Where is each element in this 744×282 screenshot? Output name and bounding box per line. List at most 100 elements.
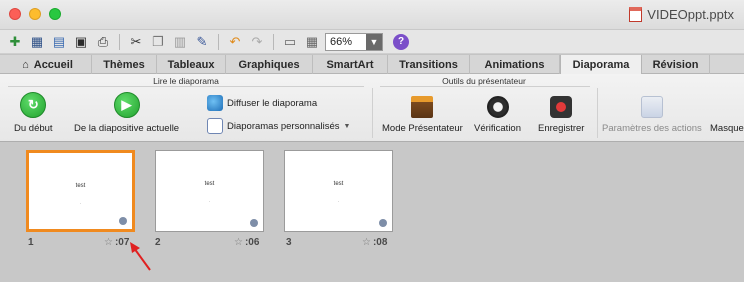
paste-icon[interactable]: ▥	[171, 33, 189, 51]
tab-animations[interactable]: Animations	[470, 55, 560, 74]
tab-label: SmartArt	[326, 58, 374, 71]
slide-sorter: test · 1 ☆ :07 test · 2 ☆ :06 test · 3 ☆…	[0, 142, 744, 282]
toolbar-separator	[218, 33, 219, 50]
record-button[interactable]: Enregistrer	[538, 96, 584, 134]
chevron-down-icon[interactable]: ▼	[343, 123, 350, 130]
broadcast-button[interactable]: Diffuser le diaporama	[207, 95, 317, 111]
action-settings-icon	[640, 96, 663, 118]
slide-title-text: test	[204, 181, 215, 187]
group-separator	[372, 88, 373, 138]
custom-shows-label: Diaporamas personnalisés	[227, 120, 340, 132]
animation-star-icon: ☆	[362, 237, 371, 248]
group-title-presenter: Outils du présentateur	[442, 76, 526, 86]
tab-label: Accueil	[33, 58, 73, 71]
presenter-podium-icon	[411, 96, 434, 118]
quick-access-toolbar: ✚ ▦ ▤ ▣ ⎙ ✂ ❐ ▥ ✎ ↶ ↷ ▭ ▦ 66% ▼ ?	[0, 30, 744, 54]
annotation-arrow-icon	[130, 242, 151, 271]
copy-icon[interactable]: ❐	[149, 33, 167, 51]
slide-number: 3	[286, 237, 292, 248]
slide-subtitle-text: ·	[208, 199, 211, 205]
slide-subtitle-text: ·	[79, 201, 82, 207]
slide-timing-value: :06	[244, 237, 260, 248]
rehearse-label: Vérification	[474, 123, 521, 134]
presenter-mode-label: Mode Présentateur	[382, 123, 463, 134]
slide-thumbnail-2[interactable]: test ·	[155, 150, 264, 232]
hide-slide-icon	[710, 96, 732, 118]
transition-icon	[379, 219, 387, 227]
hide-slide-label: Masque	[710, 123, 744, 134]
presenter-mode-button[interactable]: Mode Présentateur	[382, 96, 463, 134]
slide-title-text: test	[75, 183, 86, 189]
tab-transitions[interactable]: Transitions	[388, 55, 470, 74]
hide-slide-button[interactable]: Masque	[710, 96, 744, 134]
undo-icon[interactable]: ↶	[226, 33, 244, 51]
zoom-select[interactable]: 66% ▼	[325, 32, 383, 51]
minimize-window-button[interactable]	[29, 8, 41, 20]
slide-title-text: test	[333, 181, 344, 187]
group-divider	[8, 86, 364, 87]
broadcast-icon	[207, 95, 223, 111]
tab-accueil[interactable]: ⌂ Accueil	[4, 55, 92, 74]
tab-tableaux[interactable]: Tableaux	[157, 55, 226, 74]
custom-shows-icon	[207, 118, 223, 134]
stopwatch-icon	[486, 96, 509, 118]
tab-label: Diaporama	[572, 58, 630, 71]
slide-icon[interactable]: ▭	[281, 33, 299, 51]
maximize-window-button[interactable]	[49, 8, 61, 20]
tab-revision[interactable]: Révision	[642, 55, 710, 74]
animation-star-icon: ☆	[234, 237, 243, 248]
from-start-button[interactable]: ↻ Du début	[14, 92, 53, 134]
tab-label: Tableaux	[167, 58, 215, 71]
ribbon-panel: Lire le diaporama ↻ Du début ▶ De la dia…	[0, 74, 744, 142]
save-icon[interactable]: ▣	[72, 33, 90, 51]
record-label: Enregistrer	[538, 123, 585, 134]
tab-label: Révision	[652, 58, 699, 71]
slide-number: 1	[28, 237, 34, 248]
print-icon[interactable]: ⎙	[94, 33, 112, 51]
new-icon[interactable]: ✚	[6, 33, 24, 51]
toolbar-separator	[119, 33, 120, 50]
chevron-down-icon[interactable]: ▼	[366, 33, 382, 50]
window-title: VIDEOppt.pptx	[629, 7, 734, 22]
title-bar: VIDEOppt.pptx	[0, 0, 744, 30]
templates-icon[interactable]: ▦	[28, 33, 46, 51]
from-start-label: Du début	[14, 123, 53, 134]
tab-label: Graphiques	[238, 58, 300, 71]
tab-diaporama[interactable]: Diaporama	[560, 55, 642, 74]
record-icon	[550, 96, 573, 118]
play-icon: ▶	[113, 92, 140, 118]
table-icon[interactable]: ▦	[303, 33, 321, 51]
slide-thumbnail-3[interactable]: test ·	[284, 150, 393, 232]
cut-icon[interactable]: ✂	[127, 33, 145, 51]
play-from-start-icon: ↻	[20, 92, 47, 118]
open-icon[interactable]: ▤	[50, 33, 68, 51]
format-painter-icon[interactable]: ✎	[193, 33, 211, 51]
group-separator	[597, 88, 598, 138]
tab-graphiques[interactable]: Graphiques	[226, 55, 313, 74]
slide-subtitle-text: ·	[337, 199, 340, 205]
transition-icon	[119, 217, 127, 225]
rehearse-timings-button[interactable]: Vérification	[474, 96, 521, 134]
animation-star-icon: ☆	[104, 237, 113, 248]
slide-timing: ☆ :08	[362, 237, 387, 248]
tab-smartart[interactable]: SmartArt	[313, 55, 388, 74]
ribbon-tabs: ⌂ Accueil Thèmes Tableaux Graphiques Sma…	[0, 55, 744, 74]
window-title-text: VIDEOppt.pptx	[647, 7, 734, 22]
action-settings-button[interactable]: Paramètres des actions	[602, 96, 702, 134]
help-icon[interactable]: ?	[393, 33, 409, 50]
close-window-button[interactable]	[9, 8, 21, 20]
tab-label: Thèmes	[103, 58, 145, 71]
slide-timing-value: :08	[372, 237, 388, 248]
zoom-value: 66%	[330, 35, 353, 48]
home-icon: ⌂	[22, 58, 29, 71]
tab-themes[interactable]: Thèmes	[92, 55, 157, 74]
from-current-label: De la diapositive actuelle	[74, 123, 180, 134]
custom-shows-button[interactable]: Diaporamas personnalisés ▼	[207, 118, 350, 134]
redo-icon[interactable]: ↷	[248, 33, 266, 51]
slide-timing: ☆ :06	[234, 237, 259, 248]
tab-label: Transitions	[399, 58, 458, 71]
transition-icon	[250, 219, 258, 227]
broadcast-label: Diffuser le diaporama	[227, 97, 318, 109]
slide-thumbnail-1[interactable]: test ·	[26, 150, 135, 232]
from-current-slide-button[interactable]: ▶ De la diapositive actuelle	[74, 92, 179, 134]
